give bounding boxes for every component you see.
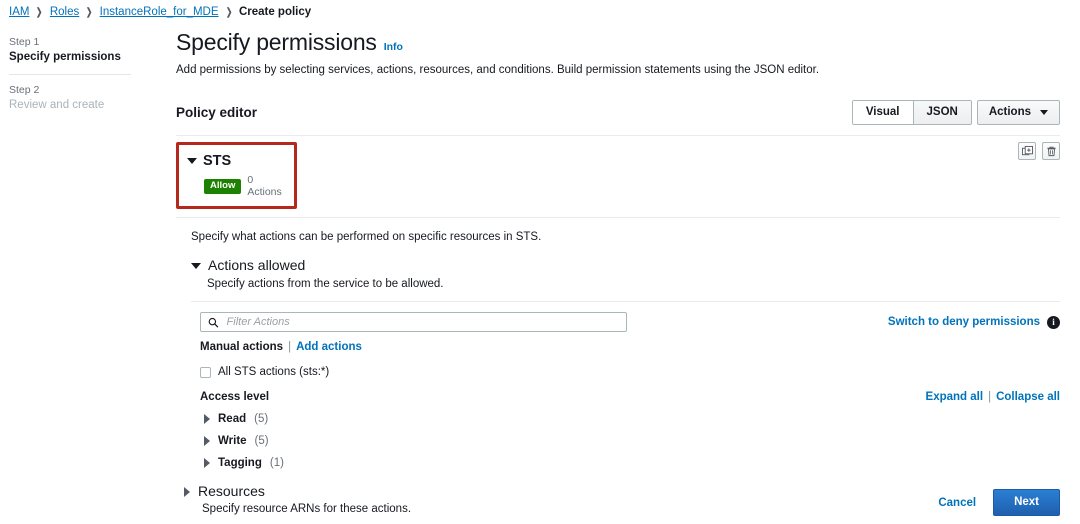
tab-visual[interactable]: Visual (852, 101, 913, 124)
collapse-all-link[interactable]: Collapse all (996, 391, 1060, 403)
duplicate-icon[interactable] (1018, 142, 1036, 160)
step-1-title: Specify permissions (9, 51, 121, 63)
info-icon[interactable]: i (1047, 315, 1060, 329)
statement-card-sts[interactable]: STS Allow 0 Actions (176, 142, 297, 209)
statement-divider (176, 217, 1060, 218)
triangle-down-icon[interactable] (191, 262, 201, 269)
access-level-name: Write (218, 435, 247, 447)
actions-allowed-header[interactable]: Actions allowed (191, 257, 1060, 274)
tab-json[interactable]: JSON (912, 101, 971, 124)
statement-body: Specify what actions can be performed on… (176, 229, 1060, 524)
statement-meta: Allow 0 Actions (204, 174, 284, 198)
triangle-right-icon[interactable] (204, 458, 210, 468)
switch-deny-wrapper: Switch to deny permissions i (888, 315, 1060, 329)
policy-editor-header: Policy editor Visual JSON Actions (176, 100, 1060, 125)
actions-allowed-divider (191, 301, 1060, 302)
breadcrumb-item-create-policy: Create policy (238, 6, 312, 18)
actions-allowed-title: Actions allowed (208, 257, 306, 273)
actions-dropdown-label: Actions (988, 106, 1031, 118)
breadcrumb: IAM ❯ Roles ❯ InstanceRole_for_MDE ❯ Cre… (9, 6, 311, 18)
all-actions-row[interactable]: All STS actions (sts:*) (200, 366, 1060, 378)
access-level-count: (1) (269, 457, 284, 469)
step-1-number: Step 1 (9, 36, 40, 48)
manual-actions-label: Manual actions (200, 341, 284, 353)
wizard-footer: Cancel Next (934, 489, 1060, 516)
breadcrumb-item-iam[interactable]: IAM (9, 6, 29, 18)
page-title-row: Specify permissions Info (176, 28, 1060, 56)
access-level-row: Access level Expand all | Collapse all (191, 391, 1060, 403)
switch-to-deny-link[interactable]: Switch to deny permissions (888, 316, 1040, 328)
all-actions-checkbox[interactable] (200, 366, 211, 378)
statement-card-icons (1018, 142, 1060, 160)
resources-subtitle: Specify resource ARNs for these actions. (202, 503, 412, 515)
expand-collapse-controls: Expand all | Collapse all (926, 391, 1060, 403)
view-toggle-group: Visual JSON (851, 100, 972, 125)
step-2-title: Review and create (9, 99, 105, 111)
triangle-right-icon[interactable] (204, 414, 210, 424)
breadcrumb-item-roles[interactable]: Roles (50, 6, 79, 18)
actions-dropdown-button[interactable]: Actions (976, 100, 1060, 125)
breadcrumb-separator-icon: ❯ (225, 6, 232, 18)
triangle-right-icon[interactable] (204, 436, 210, 446)
access-level-item-read[interactable]: Read (5) (204, 413, 1060, 425)
filter-row: Switch to deny permissions i (191, 312, 1060, 332)
policy-editor-title: Policy editor (176, 105, 258, 120)
all-actions-label: All STS actions (sts:*) (218, 366, 330, 378)
expand-all-link[interactable]: Expand all (926, 391, 984, 403)
breadcrumb-item-instancerole[interactable]: InstanceRole_for_MDE (100, 6, 219, 18)
next-button[interactable]: Next (993, 489, 1060, 516)
info-link[interactable]: Info (384, 41, 403, 53)
manual-actions-row: Manual actions | Add actions (200, 341, 1060, 353)
access-level-count: (5) (254, 435, 269, 447)
add-actions-link[interactable]: Add actions (296, 341, 362, 353)
step-divider (9, 74, 131, 75)
filter-actions-input-wrapper[interactable] (200, 312, 627, 332)
page-subtitle: Add permissions by selecting services, a… (176, 64, 820, 76)
wizard-step-2[interactable]: Step 2 Review and create (9, 83, 134, 113)
breadcrumb-separator-icon: ❯ (36, 6, 43, 18)
breadcrumb-separator-icon: ❯ (86, 6, 93, 18)
statement-title-line[interactable]: STS (187, 153, 284, 169)
expand-collapse-separator: | (988, 391, 992, 403)
resources-title: Resources (198, 483, 265, 499)
create-policy-page: IAM ❯ Roles ❯ InstanceRole_for_MDE ❯ Cre… (0, 0, 1080, 524)
statement-description: Specify what actions can be performed on… (191, 231, 542, 243)
access-level-count: (5) (254, 413, 269, 425)
statement-service-name: STS (203, 153, 232, 169)
cancel-button[interactable]: Cancel (934, 492, 980, 514)
actions-allowed-subtitle: Specify actions from the service to be a… (207, 278, 444, 290)
editor-controls: Visual JSON Actions (851, 100, 1060, 125)
access-level-name: Tagging (218, 457, 262, 469)
access-level-item-write[interactable]: Write (5) (204, 435, 1060, 447)
wizard-step-1[interactable]: Step 1 Specify permissions (9, 35, 134, 65)
access-level-label: Access level (200, 391, 270, 403)
search-input[interactable] (224, 315, 619, 329)
resources-header[interactable]: Resources (184, 483, 1060, 500)
chevron-down-icon (1040, 109, 1048, 115)
status-badge-allow: Allow (204, 178, 242, 194)
triangle-down-icon[interactable] (187, 158, 197, 164)
access-level-item-tagging[interactable]: Tagging (1) (204, 457, 1060, 469)
triangle-right-icon[interactable] (184, 486, 190, 497)
step-2-number: Step 2 (9, 84, 40, 96)
statement-actions-count: 0 Actions (247, 174, 282, 198)
page-title: Specify permissions (176, 29, 377, 55)
wizard-steps: Step 1 Specify permissions Step 2 Review… (9, 35, 134, 113)
search-icon (208, 317, 219, 327)
statement-header-row: STS Allow 0 Actions (176, 136, 1060, 209)
manual-actions-separator: | (288, 341, 292, 353)
main-content: Specify permissions Info Add permissions… (176, 28, 1060, 524)
trash-icon[interactable] (1042, 142, 1060, 160)
access-level-name: Read (218, 413, 247, 425)
